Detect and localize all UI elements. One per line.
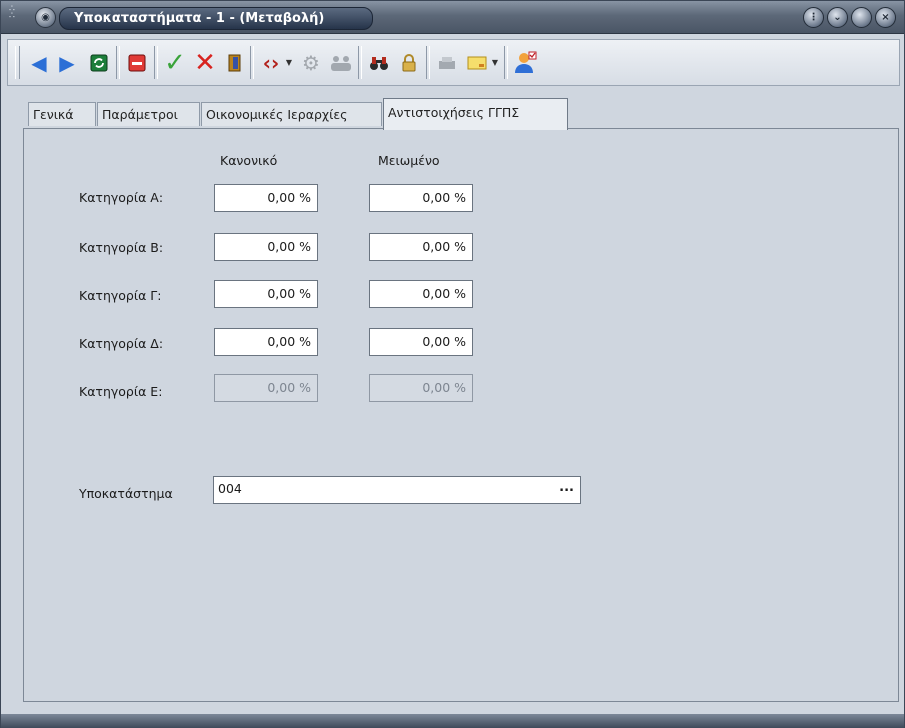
- column-header-normal: Κανονικό: [220, 153, 278, 168]
- branch-lookup-button[interactable]: ...: [559, 477, 574, 499]
- window-bottom-border: [1, 714, 904, 728]
- maximize-icon[interactable]: [851, 7, 872, 28]
- lock-icon[interactable]: [396, 48, 422, 78]
- branch-input[interactable]: 004 ...: [213, 476, 581, 504]
- column-header-reduced: Μειωμένο: [378, 153, 440, 168]
- delete-icon[interactable]: [124, 48, 150, 78]
- tab-financial-hierarchies[interactable]: Οικονομικές Ιεραρχίες: [201, 102, 382, 126]
- normal-rate-field-category-d[interactable]: 0,00 %: [214, 328, 318, 356]
- toolbar-separator: [154, 46, 158, 79]
- tab-panel: Κανονικό Μειωμένο Κατηγορία Α: 0,00 % 0,…: [23, 128, 899, 702]
- user-icon[interactable]: [512, 48, 538, 78]
- window-title: Υποκαταστήματα - 1 - (Μεταβολή): [74, 11, 325, 26]
- toolbar-separator: [426, 46, 430, 79]
- toolbar-grip[interactable]: [15, 46, 20, 79]
- menu-icon[interactable]: ⋮: [803, 7, 824, 28]
- binoculars-icon[interactable]: [366, 48, 392, 78]
- normal-rate-field-category-a[interactable]: 0,00 %: [214, 184, 318, 212]
- branch-value: 004: [218, 481, 242, 496]
- normal-rate-field-category-e: 0,00 %: [214, 374, 318, 402]
- tab-general[interactable]: Γενικά: [28, 102, 96, 126]
- note-dropdown-icon[interactable]: ▼: [490, 48, 500, 78]
- triangle-left-icon[interactable]: ◀: [26, 48, 52, 78]
- tab-parameters[interactable]: Παράμετροι: [97, 102, 200, 126]
- row-label-category-d: Κατηγορία Δ:: [79, 336, 164, 351]
- toolbar-separator: [504, 46, 508, 79]
- title-bar[interactable]: ∴ ∴ ◉ Υποκαταστήματα - 1 - (Μεταβολή) ⋮ ⌄…: [1, 1, 904, 34]
- toolbar: ◀ ▶ ✓ ✕ ‹› ▼ ⚙ ▼: [7, 39, 900, 86]
- reduced-rate-field-category-a[interactable]: 0,00 %: [369, 184, 473, 212]
- door-icon[interactable]: [222, 48, 248, 78]
- window-controls: ⋮ ⌄ ×: [803, 7, 896, 28]
- toolbar-separator: [358, 46, 362, 79]
- branch-label: Υποκατάστημα: [79, 486, 173, 501]
- note-icon[interactable]: [464, 48, 490, 78]
- group-icon[interactable]: [328, 48, 354, 78]
- normal-rate-field-category-c[interactable]: 0,00 %: [214, 280, 318, 308]
- code-icon[interactable]: ‹›: [258, 48, 284, 78]
- system-menu-icon[interactable]: ◉: [35, 7, 56, 28]
- tab-ggps-mappings[interactable]: Αντιστοιχήσεις ΓΓΠΣ: [383, 98, 568, 130]
- check-icon[interactable]: ✓: [162, 48, 188, 78]
- x-icon[interactable]: ✕: [192, 48, 218, 78]
- row-label-category-b: Κατηγορία Β:: [79, 240, 164, 255]
- refresh-icon[interactable]: [86, 48, 112, 78]
- app-window: ∴ ∴ ◉ Υποκαταστήματα - 1 - (Μεταβολή) ⋮ ⌄…: [0, 0, 905, 728]
- toolbar-separator: [250, 46, 254, 79]
- printer-icon[interactable]: [434, 48, 460, 78]
- row-label-category-c: Κατηγορία Γ:: [79, 288, 162, 303]
- reduced-rate-field-category-c[interactable]: 0,00 %: [369, 280, 473, 308]
- toolbar-separator: [116, 46, 120, 79]
- reduced-rate-field-category-d[interactable]: 0,00 %: [369, 328, 473, 356]
- close-icon[interactable]: ×: [875, 7, 896, 28]
- reduced-rate-field-category-e: 0,00 %: [369, 374, 473, 402]
- code-dropdown-icon[interactable]: ▼: [284, 48, 294, 78]
- row-label-category-a: Κατηγορία Α:: [79, 190, 164, 205]
- normal-rate-field-category-b[interactable]: 0,00 %: [214, 233, 318, 261]
- title-pill: Υποκαταστήματα - 1 - (Μεταβολή): [59, 7, 373, 30]
- row-label-category-e: Κατηγορία Ε:: [79, 384, 163, 399]
- minimize-icon[interactable]: ⌄: [827, 7, 848, 28]
- reduced-rate-field-category-b[interactable]: 0,00 %: [369, 233, 473, 261]
- triangle-right-icon[interactable]: ▶: [54, 48, 80, 78]
- window-grip-icon: ∴ ∴: [9, 4, 16, 21]
- gear-icon[interactable]: ⚙: [298, 48, 324, 78]
